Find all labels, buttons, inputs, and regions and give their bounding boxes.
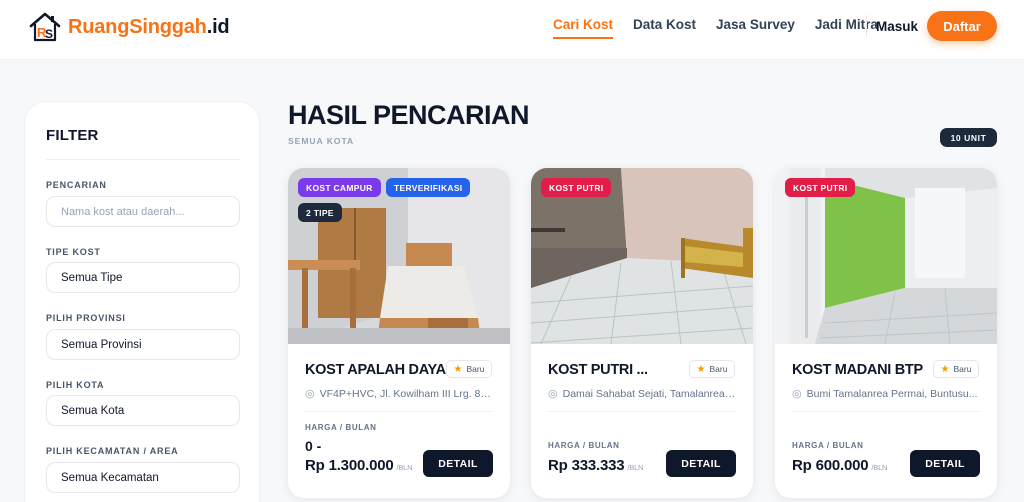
kost-price: Rp 600.000/BLN [792,457,887,474]
price-range-start: 0 - [305,438,322,454]
kost-card[interactable]: KOST PUTRI KOST PUTRI ... ★ Baru ◎ Damai S… [531,168,753,498]
kost-price: Rp 1.300.000/BLN [305,457,413,474]
price-period: /BLN [627,463,644,472]
card-divider [548,411,736,412]
tag-type-count: 2 TIPE [298,203,342,222]
tag-kost-putri: KOST PUTRI [541,178,612,197]
kost-name[interactable]: KOST APALAH DAYA [305,362,446,378]
price-label: HARGA / BULAN [305,423,377,432]
nav-cari-kost[interactable]: Cari Kost [553,17,614,39]
province-select[interactable]: Semua Provinsi [46,329,240,360]
map-pin-icon: ◎ [792,388,802,400]
kost-price-value: Rp 600.000 [792,457,869,474]
kost-address: ◎ Damai Sahabat Sejati, Tamalanrea ... [548,387,736,401]
main-menu: Cari Kost Data Kost Jasa Survey Jadi Mit… [553,17,898,39]
register-button[interactable]: Daftar [927,11,997,41]
card-divider [792,411,980,412]
nav-jadi-mitra[interactable]: Jadi Mitra [815,17,878,39]
search-label: PENCARIAN [46,180,107,190]
filter-panel: FILTER PENCARIAN Nama kost atau daerah..… [24,101,260,502]
kost-price-value: Rp 333.333 [548,457,625,474]
new-badge: ★ Baru [933,360,979,378]
city-select[interactable]: Semua Kota [46,395,240,426]
kost-address: ◎ Bumi Tamalanrea Permai, Buntusu... [792,387,980,401]
brand-name-main: RuangSinggah [68,15,207,38]
brand-logo[interactable]: R S RuangSinggah.id [28,11,230,43]
tag-terverifikasi: TERVERIFIKASI [386,178,471,197]
card-divider [305,411,493,412]
detail-button[interactable]: DETAIL [423,450,493,477]
new-badge: ★ Baru [689,360,735,378]
price-label: HARGA / BULAN [792,441,864,450]
tag-kost-campur: KOST CAMPUR [298,178,381,197]
price-period: /BLN [396,463,413,472]
nav-data-kost[interactable]: Data Kost [633,17,696,39]
kost-price: Rp 333.333/BLN [548,457,643,474]
kost-address-text: Damai Sahabat Sejati, Tamalanrea ... [562,387,736,400]
kost-name[interactable]: KOST MADANI BTP [792,362,923,378]
house-logo-icon: R S [29,12,61,42]
type-select[interactable]: Semua Tipe [46,262,240,293]
page-title: HASIL PENCARIAN [288,100,530,130]
price-label: HARGA / BULAN [548,441,620,450]
new-badge: ★ Baru [446,360,492,378]
map-pin-icon: ◎ [548,388,558,400]
filter-divider [46,159,240,160]
top-navbar: R S RuangSinggah.id Cari Kost Data Kost … [0,0,1024,60]
brand-name: RuangSinggah.id [68,15,230,39]
kost-photo[interactable]: KOST CAMPUR TERVERIFIKASI 2 TIPE [288,168,510,344]
district-label: PILIH KECAMATAN / AREA [46,446,179,456]
result-count-badge: 10 UNIT [940,128,997,147]
kost-address-text: Bumi Tamalanrea Permai, Buntusu... [806,387,978,400]
city-label: PILIH KOTA [46,380,105,390]
kost-photo[interactable]: KOST PUTRI [775,168,997,344]
star-icon: ★ [940,363,950,375]
kost-address-text: VF4P+HVC, Jl. Kowilham III Lrg. 8, ... [319,387,493,400]
detail-button[interactable]: DETAIL [910,450,980,477]
map-pin-icon: ◎ [305,388,315,400]
nav-divider [866,15,867,37]
kost-price-value: Rp 1.300.000 [305,457,394,474]
svg-text:S: S [45,27,53,41]
detail-button[interactable]: DETAIL [666,450,736,477]
kost-address: ◎ VF4P+HVC, Jl. Kowilham III Lrg. 8, ... [305,387,493,401]
kost-card[interactable]: KOST CAMPUR TERVERIFIKASI 2 TIPE KOST AP… [288,168,510,498]
kost-photo[interactable]: KOST PUTRI [531,168,753,344]
nav-jasa-survey[interactable]: Jasa Survey [716,17,795,39]
star-icon: ★ [453,363,463,375]
tag-kost-putri: KOST PUTRI [785,178,856,197]
kost-name[interactable]: KOST PUTRI ... [548,362,648,378]
new-badge-label: Baru [709,364,728,374]
login-link[interactable]: Masuk [876,19,918,34]
kost-card[interactable]: KOST PUTRI KOST MADANI BTP ★ Baru ◎ Bumi T… [775,168,997,498]
district-select[interactable]: Semua Kecamatan [46,462,240,493]
filter-title: FILTER [46,127,99,144]
price-period: /BLN [871,463,888,472]
province-label: PILIH PROVINSI [46,313,126,323]
search-input[interactable]: Nama kost atau daerah... [46,196,240,227]
page-subtitle: SEMUA KOTA [288,136,355,146]
new-badge-label: Baru [953,364,972,374]
type-label: TIPE KOST [46,247,101,257]
brand-name-suffix: .id [206,15,230,38]
new-badge-label: Baru [466,364,485,374]
star-icon: ★ [696,363,706,375]
